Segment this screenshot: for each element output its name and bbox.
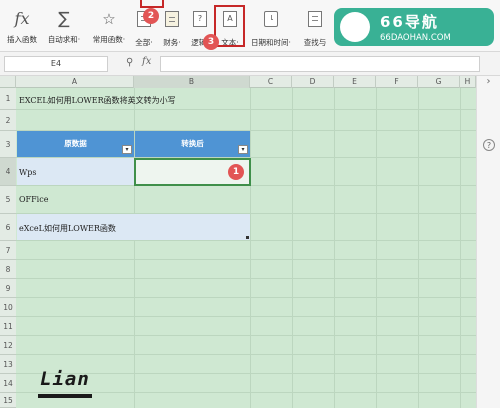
finance-button[interactable]: 财务· [160, 8, 184, 50]
grid-line [16, 259, 476, 260]
signature-logo: Lian [40, 368, 90, 390]
logic-icon: ? [189, 11, 211, 33]
help-icon[interactable]: ? [483, 139, 495, 151]
formula-bar: E4 ⚲ fx [0, 52, 500, 76]
name-box[interactable]: E4 [4, 56, 108, 72]
common-functions-label: 常用函数· [92, 35, 126, 44]
row-header-6[interactable]: 6 [0, 214, 16, 241]
row-header-9[interactable]: 9 [0, 279, 16, 298]
grid-line [16, 335, 476, 336]
grid-line [16, 240, 476, 241]
row-header-11[interactable]: 11 [0, 317, 16, 336]
grid-line [16, 354, 476, 355]
fill-handle[interactable] [246, 236, 249, 239]
grid-line [16, 297, 476, 298]
date-time-label: 日期和时间· [251, 38, 291, 47]
grid-line [16, 278, 476, 279]
finance-label: 财务· [163, 38, 181, 47]
grid-line [460, 88, 461, 408]
insert-function-label: 插入函数 [7, 35, 37, 44]
row-header-7[interactable]: 7 [0, 241, 16, 260]
title-cell[interactable]: EXCEL如何用LOWER函数将英文转为小写 [19, 95, 176, 106]
formula-input[interactable] [160, 56, 480, 72]
column-header-g[interactable]: G [418, 76, 460, 88]
row-header-12[interactable]: 12 [0, 336, 16, 355]
grid-line [418, 88, 419, 408]
right-side-panel: › ? [476, 76, 500, 408]
expand-icon[interactable]: › [477, 76, 500, 87]
grid-line [292, 88, 293, 408]
date-time-button[interactable]: 日期和时间· [248, 8, 294, 50]
zoom-icon[interactable]: ⚲ [126, 57, 133, 68]
tab-highlight-box [140, 0, 164, 8]
column-header-h[interactable]: H [460, 76, 476, 88]
filter-dropdown-icon[interactable]: ▾ [122, 145, 132, 154]
row-header-5[interactable]: 5 [0, 186, 16, 214]
lookup-icon [304, 11, 326, 33]
header-converted-label: 转换后 [181, 139, 204, 148]
row-header-10[interactable]: 10 [0, 298, 16, 317]
row-header-2[interactable]: 2 [0, 110, 16, 131]
common-functions-button[interactable]: ☆ 常用函数· [88, 8, 130, 50]
column-header-d[interactable]: D [292, 76, 334, 88]
filter-dropdown-icon[interactable]: ▾ [238, 145, 248, 154]
step-marker-2: 2 [143, 8, 159, 24]
signature-underline [38, 394, 92, 398]
watermark-logo-icon [340, 12, 370, 42]
grid-line [16, 316, 476, 317]
insert-function-button[interactable]: fx 插入函数 [4, 8, 40, 50]
column-header-bar: A B C D E F G H [0, 76, 476, 88]
data-cell-a5[interactable]: OFFice [19, 195, 48, 204]
header-cell-original[interactable]: 原数据 ▾ [17, 131, 134, 157]
row-header-1[interactable]: 1 [0, 88, 16, 110]
grid-line [16, 109, 476, 110]
column-header-a[interactable]: A [16, 76, 134, 88]
select-all-corner[interactable] [0, 76, 16, 88]
step-marker-1: 1 [228, 164, 244, 180]
clock-icon [260, 11, 282, 33]
column-header-b[interactable]: B [134, 76, 250, 88]
lookup-label: 查找与 [303, 38, 327, 47]
row-header-8[interactable]: 8 [0, 260, 16, 279]
column-header-f[interactable]: F [376, 76, 418, 88]
lookup-button[interactable]: 查找与 [298, 8, 332, 50]
all-functions-label: 全部· [135, 38, 153, 47]
column-header-c[interactable]: C [250, 76, 292, 88]
step-marker-3: 3 [203, 34, 219, 50]
grid-line [334, 88, 335, 408]
grid-line [16, 392, 476, 393]
star-function-icon: ☆ [102, 10, 116, 28]
grid-line [250, 88, 251, 408]
data-cell-a4[interactable]: Wps [19, 168, 36, 177]
autosum-label: 自动求和· [47, 35, 81, 44]
row-header-13[interactable]: 13 [0, 355, 16, 374]
fx-icon[interactable]: fx [142, 56, 151, 67]
fx-icon: fx [14, 9, 30, 28]
watermark-url: 66DAOHAN.COM [380, 33, 451, 43]
grid-line [376, 88, 377, 408]
autosum-button[interactable]: ∑ 自动求和· [44, 8, 84, 50]
watermark-badge: 66导航 66DAOHAN.COM [334, 8, 494, 46]
column-header-e[interactable]: E [334, 76, 376, 88]
finance-icon [161, 11, 183, 33]
spreadsheet-grid[interactable]: A B C D E F G H 1 2 3 4 5 6 7 8 9 10 11 … [0, 76, 476, 408]
row-header-3[interactable]: 3 [0, 131, 16, 158]
data-cell-a6[interactable]: eXceL如何用LOWER函数 [19, 223, 116, 234]
row-header-4[interactable]: 4 [0, 158, 16, 186]
header-original-label: 原数据 [64, 139, 87, 148]
row-header-14[interactable]: 14 [0, 374, 16, 393]
watermark-title: 66导航 [380, 13, 439, 31]
row-header-15[interactable]: 15 [0, 393, 16, 408]
sigma-icon: ∑ [58, 9, 70, 29]
header-cell-converted[interactable]: 转换后 ▾ [135, 131, 250, 157]
